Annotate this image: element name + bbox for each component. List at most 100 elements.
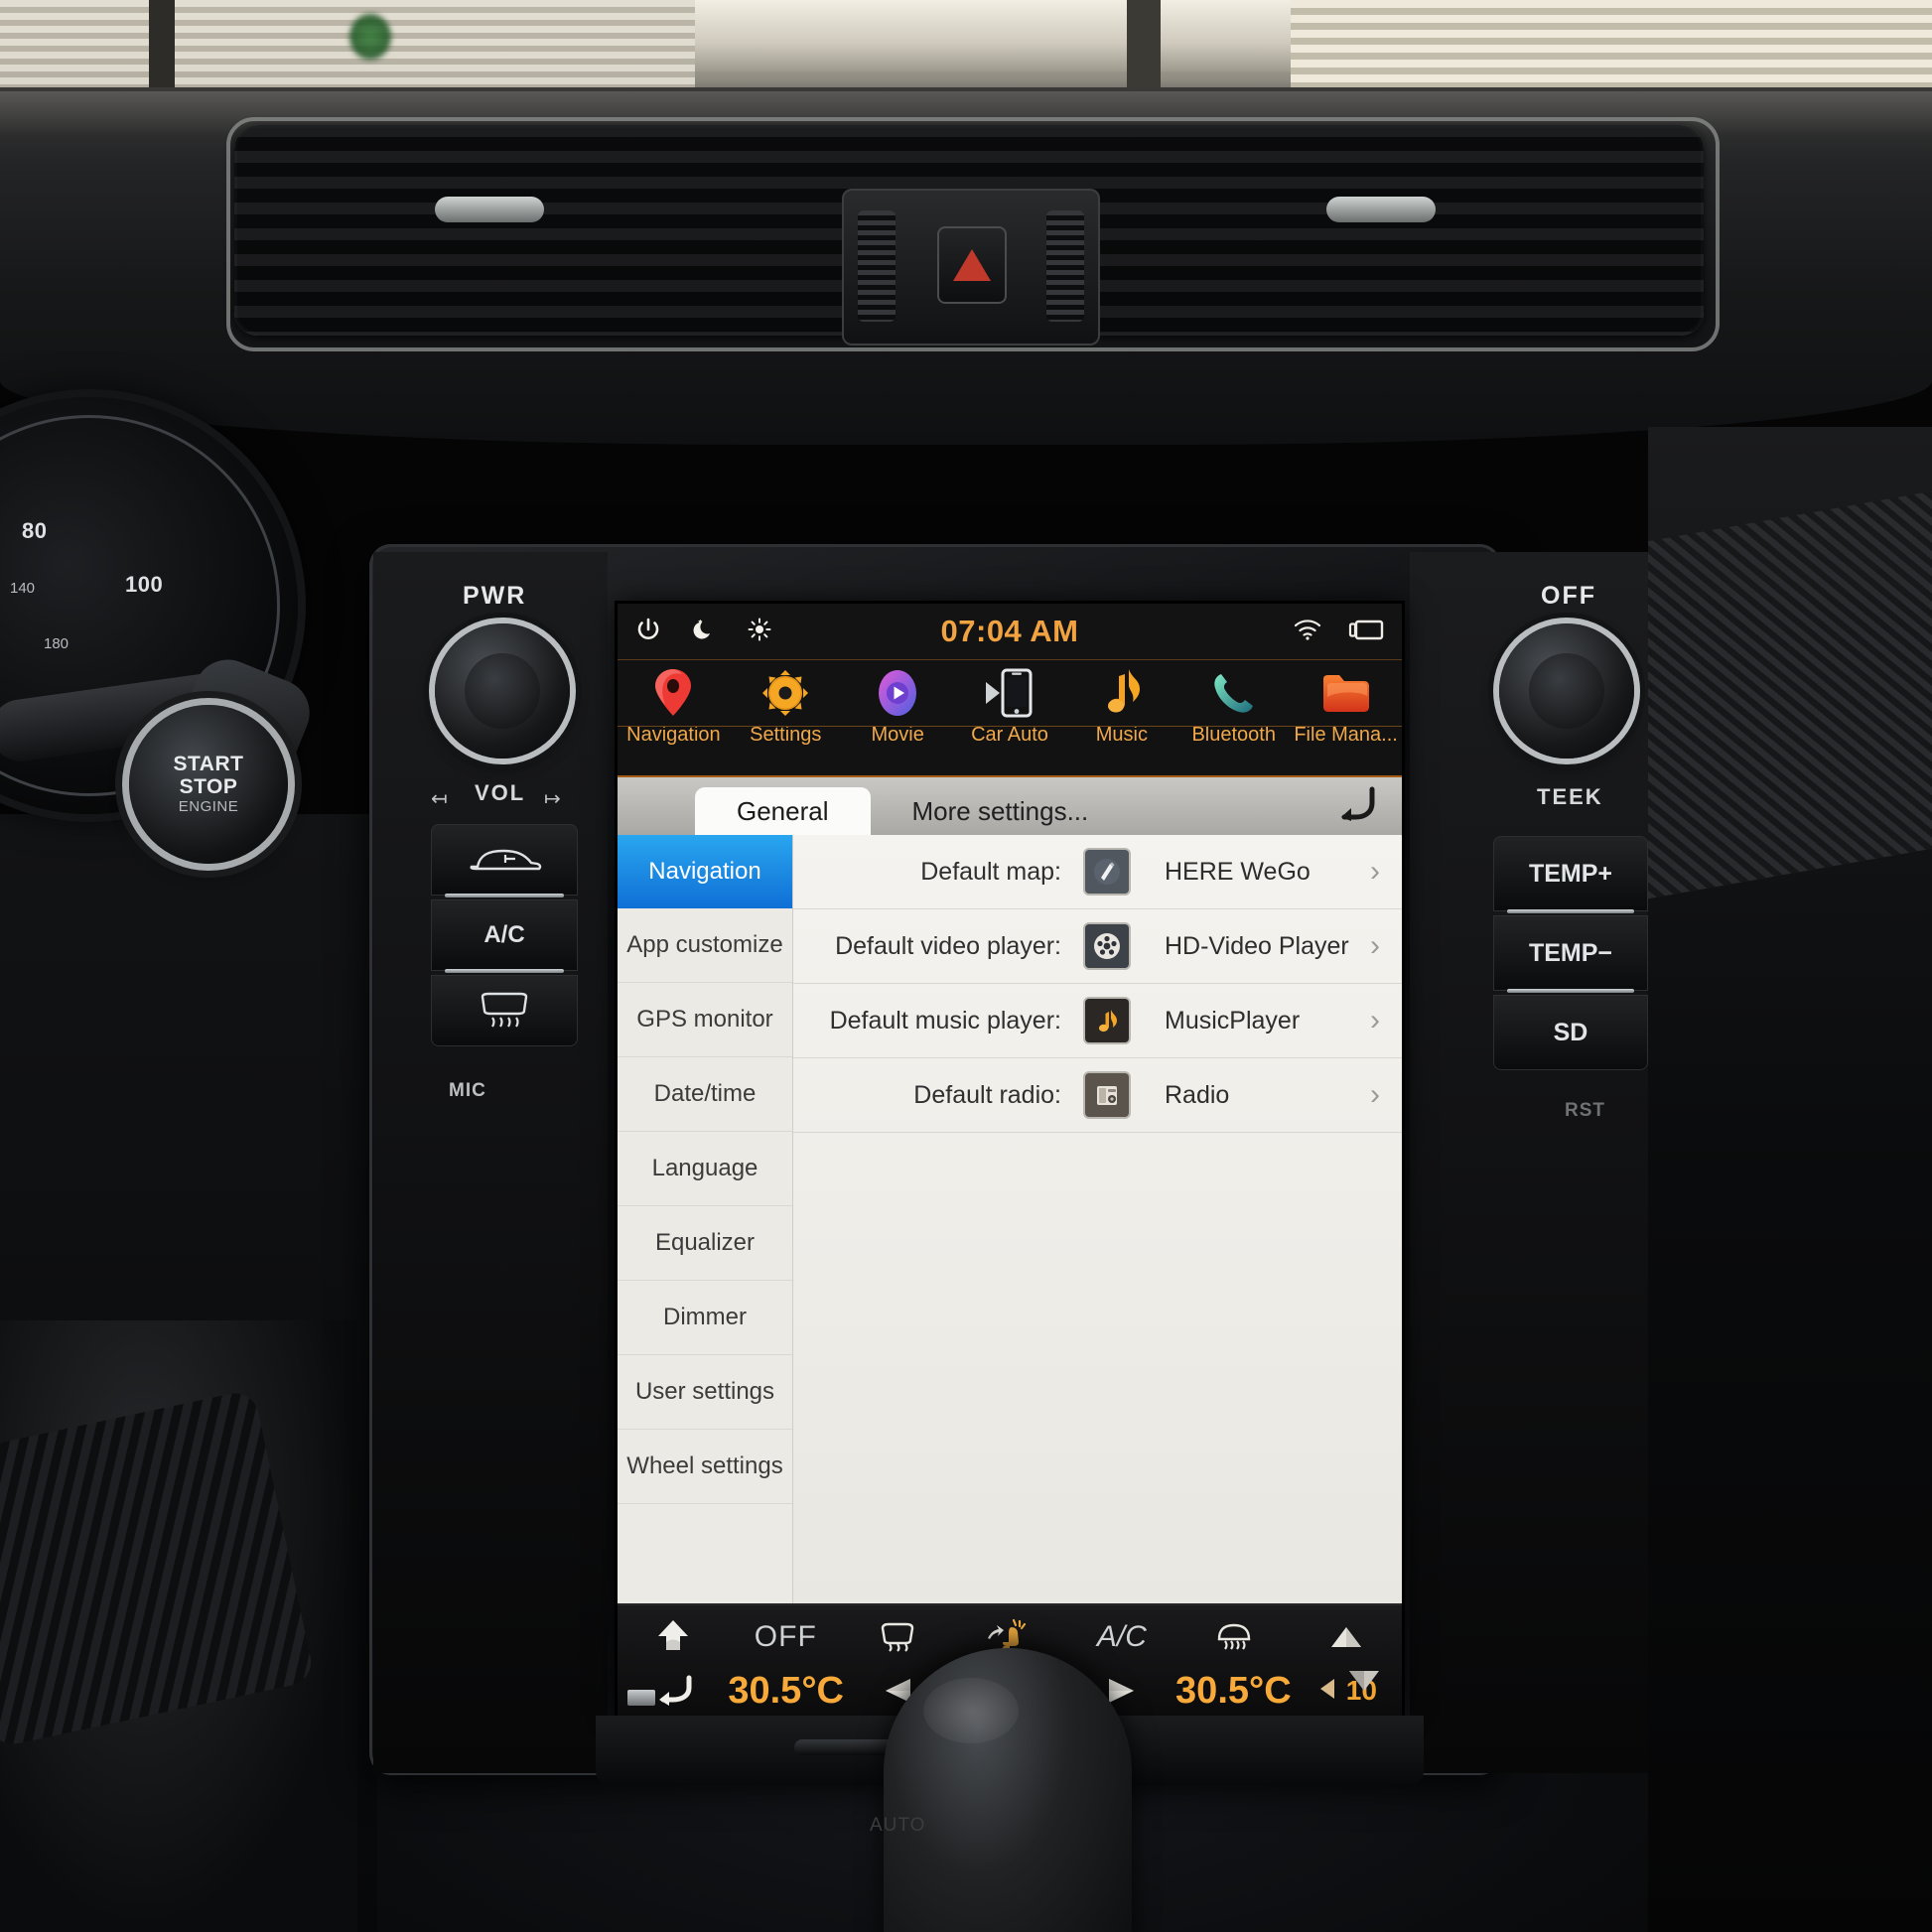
chevron-right-icon-2: ›: [1370, 929, 1380, 962]
car-recirculation-icon[interactable]: [431, 824, 578, 896]
ac-toggle-button[interactable]: A/C: [1065, 1620, 1177, 1654]
dock-label-music: Music: [1095, 724, 1148, 746]
back-arrow-icon[interactable]: [1332, 783, 1376, 830]
night-mode-icon[interactable]: [691, 617, 717, 647]
volume-left-icon[interactable]: [1316, 1676, 1338, 1707]
status-bar-left-icons: [635, 617, 772, 647]
ac-label: A/C: [1096, 1620, 1147, 1653]
sidebar-item-user-settings[interactable]: User settings: [618, 1355, 792, 1430]
temp-down-label: TEMP−: [1528, 938, 1613, 967]
volume-increase-icon[interactable]: ↦: [544, 786, 561, 811]
dashboard-scene: 60 MPH 80 100 140 100 180 220 km/h START…: [0, 0, 1932, 1932]
film-reel-glyph: [1094, 933, 1120, 959]
volume-decrease-icon[interactable]: ↤: [431, 786, 448, 811]
start-label: START: [173, 753, 244, 776]
volume-down-icon[interactable]: [1346, 1668, 1382, 1699]
sd-card-button[interactable]: SD: [1493, 995, 1648, 1070]
play-circle-icon: [869, 664, 926, 722]
hardkey-separator-1: [445, 894, 564, 897]
row-label-default-map: Default map:: [920, 857, 1061, 886]
infotainment-screen[interactable]: 07:04 AM Navigation Settings Movie Car A…: [618, 604, 1402, 1716]
phone-mirror-glyph: [986, 668, 1033, 718]
rear-defrost-icon[interactable]: [842, 1622, 954, 1652]
chevron-right-icon-1: ›: [1370, 855, 1380, 888]
tab-general[interactable]: General: [695, 787, 871, 835]
power-volume-knob[interactable]: [435, 623, 570, 759]
return-arrow-glyph: [658, 1675, 692, 1706]
front-defrost-icon[interactable]: [1177, 1621, 1290, 1653]
row-label-default-video-player: Default video player:: [835, 931, 1061, 960]
hazard-triangle-icon[interactable]: [937, 226, 1007, 304]
setting-row-default-radio[interactable]: Default radio: Radio ›: [793, 1058, 1402, 1133]
sidebar-item-gps-monitor[interactable]: GPS monitor: [618, 983, 792, 1057]
dock-item-car-auto[interactable]: Car Auto: [954, 664, 1066, 747]
window-blind-middle: [695, 0, 1291, 71]
temperature-right-display[interactable]: 30.5°C: [1175, 1670, 1292, 1713]
recirculate-up-arrow-icon[interactable]: [618, 1618, 730, 1656]
temperature-left-display[interactable]: 30.5°C: [728, 1670, 844, 1713]
windshield-defrost-icon: [481, 992, 528, 1028]
sidebar-item-equalizer[interactable]: Equalizer: [618, 1206, 792, 1281]
status-bar: 07:04 AM: [618, 604, 1402, 660]
defrost-icon[interactable]: [431, 975, 578, 1046]
folder-icon: [1317, 664, 1375, 722]
stop-label: STOP: [179, 775, 238, 799]
brightness-icon[interactable]: [747, 617, 772, 647]
dock-label-car-auto: Car Auto: [971, 724, 1048, 746]
tab-more-settings[interactable]: More settings...: [871, 787, 1131, 835]
vol-down-glyph: [1349, 1671, 1379, 1691]
radio-icon: [1085, 1073, 1129, 1117]
vent-grille-right: [1046, 210, 1084, 322]
dock-item-music[interactable]: Music: [1065, 664, 1177, 747]
sidebar-item-app-customize[interactable]: App customize: [618, 908, 792, 983]
back-arrow-glyph: [1341, 786, 1375, 821]
row-label-default-radio: Default radio:: [913, 1080, 1061, 1109]
sidebar-item-wheel-settings[interactable]: Wheel settings: [618, 1430, 792, 1504]
folder-glyph: [1322, 675, 1369, 712]
row-label-default-music-player: Default music player:: [829, 1006, 1061, 1035]
dock-item-bluetooth[interactable]: Bluetooth: [1177, 664, 1290, 747]
speed-label-80: 80: [22, 518, 48, 543]
sidebar-item-date-time[interactable]: Date/time: [618, 1057, 792, 1132]
status-bar-clock: 07:04 AM: [940, 614, 1079, 648]
app-dock: Navigation Settings Movie Car Auto Music…: [618, 660, 1402, 777]
car-silhouette-icon: [470, 849, 542, 871]
foliage-reflection: [349, 14, 391, 60]
setting-row-default-map[interactable]: Default map: HERE WeGo ›: [793, 835, 1402, 909]
temp-down-button[interactable]: TEMP−: [1493, 915, 1648, 991]
front-defrost-glyph: [1217, 1623, 1250, 1650]
seek-label: TEEK: [1537, 784, 1603, 809]
rkey-separator-1: [1507, 909, 1634, 913]
setting-row-default-video-player[interactable]: Default video player: HD-Video Player ›: [793, 909, 1402, 984]
map-app-glyph: [1094, 859, 1120, 885]
climate-power-state[interactable]: OFF: [730, 1620, 842, 1654]
recent-apps-icon[interactable]: [1348, 618, 1384, 646]
temp-up-label: TEMP+: [1528, 859, 1613, 888]
minor-label-180: 180: [44, 635, 69, 652]
ac-button-icon[interactable]: A/C: [431, 899, 578, 971]
dock-item-navigation[interactable]: Navigation: [618, 664, 730, 747]
tune-seek-knob[interactable]: [1499, 623, 1634, 759]
start-stop-engine-button[interactable]: START STOP ENGINE: [129, 705, 288, 864]
sidebar-item-language[interactable]: Language: [618, 1132, 792, 1206]
sidebar-item-dimmer[interactable]: Dimmer: [618, 1281, 792, 1355]
dock-item-settings[interactable]: Settings: [730, 664, 842, 747]
power-icon[interactable]: [635, 617, 661, 647]
dock-item-movie[interactable]: Movie: [842, 664, 954, 747]
dock-item-file-manager[interactable]: File Mana...: [1290, 664, 1402, 747]
chevron-right-icon-4: ›: [1370, 1078, 1380, 1111]
temp-left-value: 30.5°C: [728, 1669, 844, 1712]
sd-card-slot[interactable]: [627, 1690, 655, 1706]
temp-up-button[interactable]: TEMP+: [1493, 836, 1648, 911]
settings-app: General More settings... Navigation App …: [618, 777, 1402, 1603]
vol-up-glyph: [1330, 1627, 1361, 1647]
sidebar-item-navigation[interactable]: Navigation: [618, 835, 792, 908]
music-note-icon: [1093, 664, 1151, 722]
volume-up-icon[interactable]: [1290, 1624, 1402, 1650]
row-value-default-video-player: HD-Video Player: [1165, 931, 1349, 960]
setting-row-default-music-player[interactable]: Default music player: MusicPlayer ›: [793, 984, 1402, 1058]
film-reel-icon: [1085, 924, 1129, 968]
wifi-icon[interactable]: [1293, 618, 1322, 646]
carbon-fiber-trim: [1648, 490, 1932, 899]
vol-label: VOL: [475, 780, 526, 805]
